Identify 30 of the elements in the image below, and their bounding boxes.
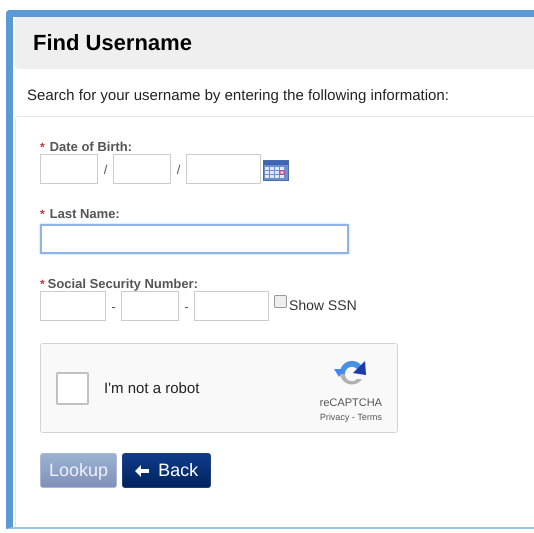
page-title: Find Username (33, 30, 192, 56)
checkbox-label: Show SSN (289, 297, 357, 313)
captcha-label: I'm not a robot (104, 380, 200, 396)
field-label: Date of Birth: (50, 139, 132, 154)
year-field[interactable] (186, 154, 261, 184)
required-asterisk: * (40, 140, 45, 154)
captcha-checkbox[interactable] (56, 372, 89, 404)
privacy-link[interactable]: Privacy (320, 412, 350, 422)
ssn-field[interactable] (40, 291, 106, 321)
last-name-field[interactable] (40, 224, 349, 254)
calendar-icon[interactable] (263, 160, 289, 181)
ssn-field[interactable] (194, 291, 269, 321)
terms-link[interactable]: Terms (357, 412, 382, 422)
show-ssn-checkbox[interactable] (274, 295, 287, 308)
separator-text: - (110, 298, 117, 314)
day-field[interactable] (113, 154, 171, 184)
required-asterisk: * (40, 207, 45, 221)
required-asterisk: * (40, 277, 45, 291)
field-label: Social Security Number: (48, 276, 198, 291)
instructions-text: Search for your username by entering the following information: (27, 87, 450, 104)
separator-text: - (183, 298, 190, 314)
ssn-field[interactable] (121, 291, 179, 321)
back-button[interactable]: Back (122, 453, 212, 488)
link-separator: - (350, 412, 356, 422)
month-field[interactable] (40, 154, 98, 184)
arrow-left-icon (135, 464, 150, 476)
field-label: Last Name: (50, 206, 120, 221)
separator-text: / (102, 162, 108, 176)
separator-text: / (176, 162, 182, 176)
recaptcha-label: reCAPTCHA (320, 396, 382, 408)
